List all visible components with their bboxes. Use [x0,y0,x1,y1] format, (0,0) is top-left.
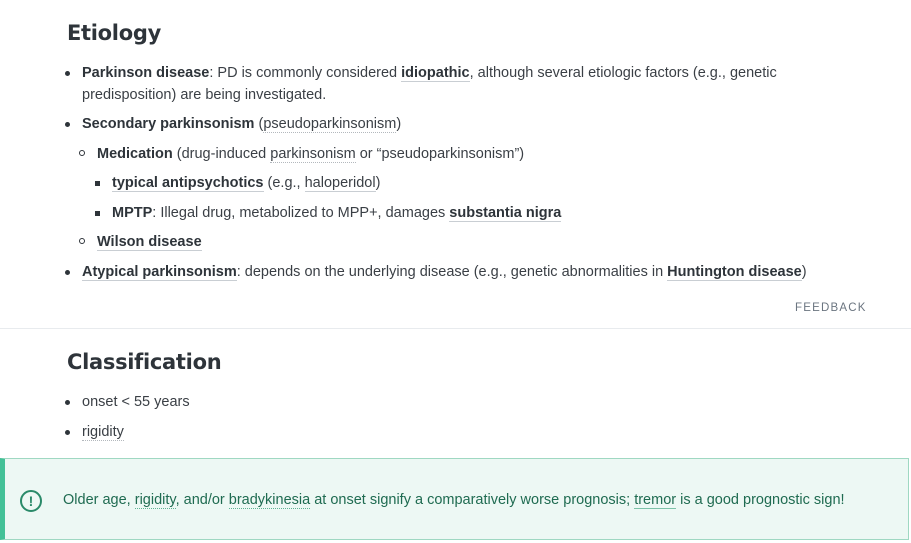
list-item-onset: onset < 55 years [65,391,190,413]
mptp-term: MPTP [112,205,153,221]
feedback-button[interactable]: FEEDBACK [795,302,867,314]
secondary-parkinsonism-term: Secondary parkinsonism [82,116,255,132]
exclamation-circle-icon: ! [20,490,42,512]
substantia-nigra-link[interactable]: substantia nigra [449,205,562,222]
callout-tremor-link[interactable]: tremor [634,492,677,509]
etiology-heading: Etiology [67,21,161,45]
parkinsonism-link[interactable]: parkinsonism [270,146,356,163]
list-item-medication: Medication (drug-induced parkinsonism or… [78,143,524,165]
atypical-parkinsonism-link[interactable]: Atypical parkinsonism [82,264,237,281]
wilson-disease-link[interactable]: Wilson disease [97,234,202,251]
list-item-parkinson-disease: Parkinson disease: PD is commonly consid… [65,62,777,106]
list-item-atypical-parkinsonism: Atypical parkinsonism: depends on the un… [65,261,807,283]
list-item-rigidity: rigidity [65,421,124,443]
haloperidol-link[interactable]: haloperidol [304,175,376,192]
rigidity-link[interactable]: rigidity [82,424,124,441]
idiopathic-link[interactable]: idiopathic [401,65,470,82]
section-divider [0,328,911,329]
medication-term: Medication [97,146,173,162]
prognosis-callout: ! Older age, rigidity, and/or bradykines… [0,458,909,540]
callout-rigidity-link[interactable]: rigidity [134,492,176,509]
list-item-typical-antipsychotics: typical antipsychotics (e.g., haloperido… [94,172,380,194]
huntington-disease-link[interactable]: Huntington disease [667,264,802,281]
list-item-mptp: MPTP: Illegal drug, metabolized to MPP+,… [94,202,562,224]
callout-text: Older age, rigidity, and/or bradykinesia… [63,492,845,509]
classification-heading: Classification [67,350,222,374]
list-item-wilson-disease: Wilson disease [79,231,202,253]
pseudoparkinsonism-link[interactable]: pseudoparkinsonism [263,116,397,133]
list-item-secondary-parkinsonism: Secondary parkinsonism (pseudoparkinsoni… [64,113,401,135]
callout-bradykinesia-link[interactable]: bradykinesia [228,492,311,509]
parkinson-disease-term: Parkinson disease [82,65,210,81]
typical-antipsychotics-link[interactable]: typical antipsychotics [112,175,264,192]
